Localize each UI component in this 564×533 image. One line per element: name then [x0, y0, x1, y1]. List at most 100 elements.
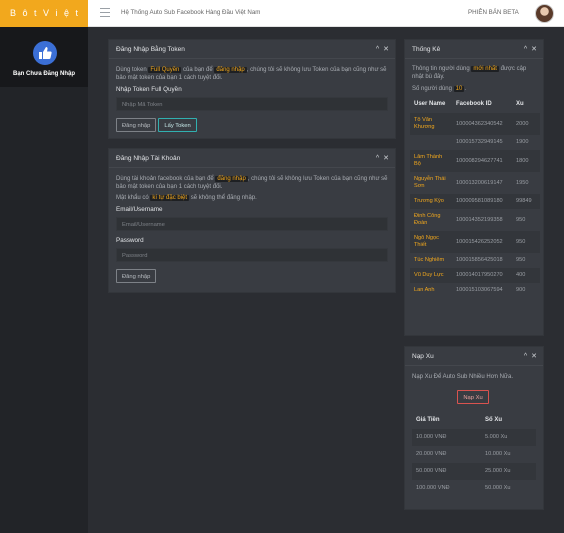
highlight-login: đăng nhập	[214, 67, 247, 73]
user-name-cell[interactable]: Lan Anh	[410, 283, 452, 298]
user-name-cell[interactable]: Lâm Thành Bộ	[410, 150, 452, 172]
token-field-label: Nhập Token Full Quyền	[116, 86, 182, 93]
topup-description: Nạp Xu Để Auto Sub Nhiều Hơn Nữa.	[412, 374, 514, 380]
users-table: User Name Facebook ID Xu Tô Văn Khương 10…	[410, 97, 540, 298]
panel-title: Đăng Nhập Tài Khoản	[116, 155, 181, 162]
collapse-icon[interactable]: ^	[376, 155, 379, 162]
desc-text: của bạn để	[181, 67, 215, 73]
account-login-button[interactable]: Đăng nhập	[116, 269, 157, 283]
login-status: Bạn Chưa Đăng Nhập	[12, 71, 75, 77]
user-avatar[interactable]	[535, 4, 554, 23]
highlight-newest: mới nhất	[471, 66, 499, 72]
xu-cell: 400	[512, 268, 540, 283]
collapse-icon[interactable]: ^	[524, 353, 527, 360]
xu-cell: 950	[512, 231, 540, 253]
xu-cell: 950	[516, 216, 526, 223]
brand-logo[interactable]: B ô t V i ệ t	[0, 0, 88, 27]
sidebar-profile: Bạn Chưa Đăng Nhập	[0, 27, 88, 87]
xu-cell: 1800	[512, 150, 540, 172]
facebook-id-cell: 100015426252052	[452, 231, 512, 253]
xu-cell: 1950	[516, 179, 529, 186]
table-row: Lâm Thành Bộ 100008294627741 1800	[410, 150, 540, 172]
xu-amount-cell: 10.000 Xu	[485, 451, 511, 457]
table-row: 50.000 VNĐ 25.000 Xu	[412, 463, 536, 480]
column-header: Xu	[516, 101, 524, 107]
token-login-panel: Đăng Nhập Bằng Token ^ ✕ Dùng token Full …	[108, 39, 396, 139]
user-name-cell[interactable]: Túc Nghiêm	[410, 253, 452, 268]
facebook-id-cell: 100015103067594	[456, 287, 503, 293]
menu-toggle-icon[interactable]	[100, 8, 110, 17]
account-description: Dùng tài khoản facebook của bạn để đăng …	[116, 175, 388, 191]
desc-text: Thông tin người dùng	[412, 66, 472, 72]
xu-cell: 900	[516, 287, 526, 293]
facebook-id-cell: 100015856425018	[456, 257, 503, 263]
close-icon[interactable]: ✕	[383, 46, 389, 53]
warn-text: Mật khẩu có	[116, 195, 151, 201]
table-row: Ngô Ngọc Thiết 100015426252052 950	[410, 231, 540, 253]
user-name-cell[interactable]: Nguyễn Thái Sơn	[410, 172, 452, 194]
table-row: 100.000 VNĐ 50.000 Xu	[412, 480, 536, 497]
password-input[interactable]: Password	[116, 248, 388, 262]
count-text: .	[464, 86, 467, 92]
xu-amount-cell: 50.000 Xu	[485, 485, 511, 491]
table-row: 100015732949145 1900	[410, 135, 540, 150]
collapse-icon[interactable]: ^	[524, 46, 527, 53]
user-name-cell[interactable]: Trương Kỳo	[410, 194, 452, 209]
close-icon[interactable]: ✕	[531, 46, 537, 53]
desc-text: Dùng token	[116, 67, 149, 73]
price-cell: 10.000 VNĐ	[412, 429, 481, 446]
xu-cell: 2000	[512, 113, 540, 135]
user-name-cell[interactable]: Đinh Công Đoàn	[410, 209, 452, 231]
user-name-cell[interactable]: Tô Văn Khương	[410, 113, 452, 135]
xu-amount-cell: 5.000 Xu	[481, 429, 536, 446]
close-icon[interactable]: ✕	[531, 353, 537, 360]
facebook-id-cell: 100014352199358	[456, 216, 503, 223]
facebook-id-cell: 100008294627741	[452, 150, 512, 172]
pricing-table: Giá Tiền Số Xu 10.000 VNĐ 5.000 Xu 20.000 …	[412, 413, 536, 497]
user-name-cell[interactable]: Vũ Duy Lực	[410, 268, 452, 283]
facebook-id-cell: 100015732949145	[456, 139, 503, 145]
user-name-cell[interactable]	[410, 135, 452, 150]
highlight-special-chars: kí tự đặc biệt	[150, 195, 190, 201]
stats-panel: Thống Kê ^ ✕ Thông tin người dùng mới nhấ…	[404, 39, 544, 336]
price-cell: 100.000 VNĐ	[416, 485, 450, 491]
facebook-id-cell: 100004362340542	[452, 113, 512, 135]
email-label: Email/Username	[116, 206, 163, 213]
table-row: 20.000 VNĐ 10.000 Xu	[412, 446, 536, 463]
thumbs-up-icon	[33, 41, 57, 65]
table-row: Vũ Duy Lực 100014017950270 400	[410, 268, 540, 283]
panel-title: Thống Kê	[412, 46, 441, 53]
password-label: Password	[116, 237, 144, 244]
user-count-value: 10	[453, 86, 465, 92]
column-header: Số Xu	[485, 417, 503, 423]
get-token-button[interactable]: Lấy Token	[158, 118, 197, 132]
facebook-id-cell: 100014017950270	[452, 268, 512, 283]
topup-panel: Nạp Xu ^ ✕ Nạp Xu Để Auto Sub Nhiều Hơn N…	[404, 346, 544, 510]
token-input[interactable]: Nhập Mã Token	[116, 97, 388, 111]
close-icon[interactable]: ✕	[383, 155, 389, 162]
count-text: Số người dùng	[412, 86, 454, 92]
table-row: Nguyễn Thái Sơn 100013200619147 1950	[410, 172, 540, 194]
stats-description: Thông tin người dùng mới nhất được cập n…	[412, 65, 536, 81]
token-login-button[interactable]: Đăng nhập	[116, 118, 157, 132]
topup-button[interactable]: Nạp Xu	[457, 390, 489, 404]
highlight-login: đăng nhập	[215, 176, 248, 182]
facebook-id-cell: 100013200619147	[456, 179, 503, 186]
site-title: Hệ Thống Auto Sub Facebook Hàng Đầu Việt…	[121, 9, 261, 16]
xu-cell: 950	[516, 257, 526, 263]
user-count: Số người dùng 10.	[412, 85, 536, 93]
top-navbar: B ô t V i ệ t Hệ Thống Auto Sub Facebook…	[0, 0, 564, 27]
facebook-id-cell: 100009581089180	[452, 194, 512, 209]
email-input[interactable]: Email/Username	[116, 217, 388, 231]
table-row: Đinh Công Đoàn 100014352199358 950	[410, 209, 540, 231]
table-row: Lan Anh 100015103067594 900	[410, 283, 540, 298]
token-description: Dùng token Full Quyền của bạn để đăng nh…	[116, 66, 388, 82]
desc-text: Dùng tài khoản facebook của bạn để	[116, 176, 216, 182]
user-name-cell[interactable]: Ngô Ngọc Thiết	[410, 231, 452, 253]
table-row: Trương Kỳo 100009581089180 99849	[410, 194, 540, 209]
password-warning: Mật khẩu có kí tự đặc biệt sẽ không thể …	[116, 194, 388, 202]
account-login-panel: Đăng Nhập Tài Khoản ^ ✕ Dùng tài khoản fa…	[108, 148, 396, 293]
panel-title: Đăng Nhập Bằng Token	[116, 46, 185, 53]
column-header: Facebook ID	[456, 101, 492, 107]
collapse-icon[interactable]: ^	[376, 46, 379, 53]
